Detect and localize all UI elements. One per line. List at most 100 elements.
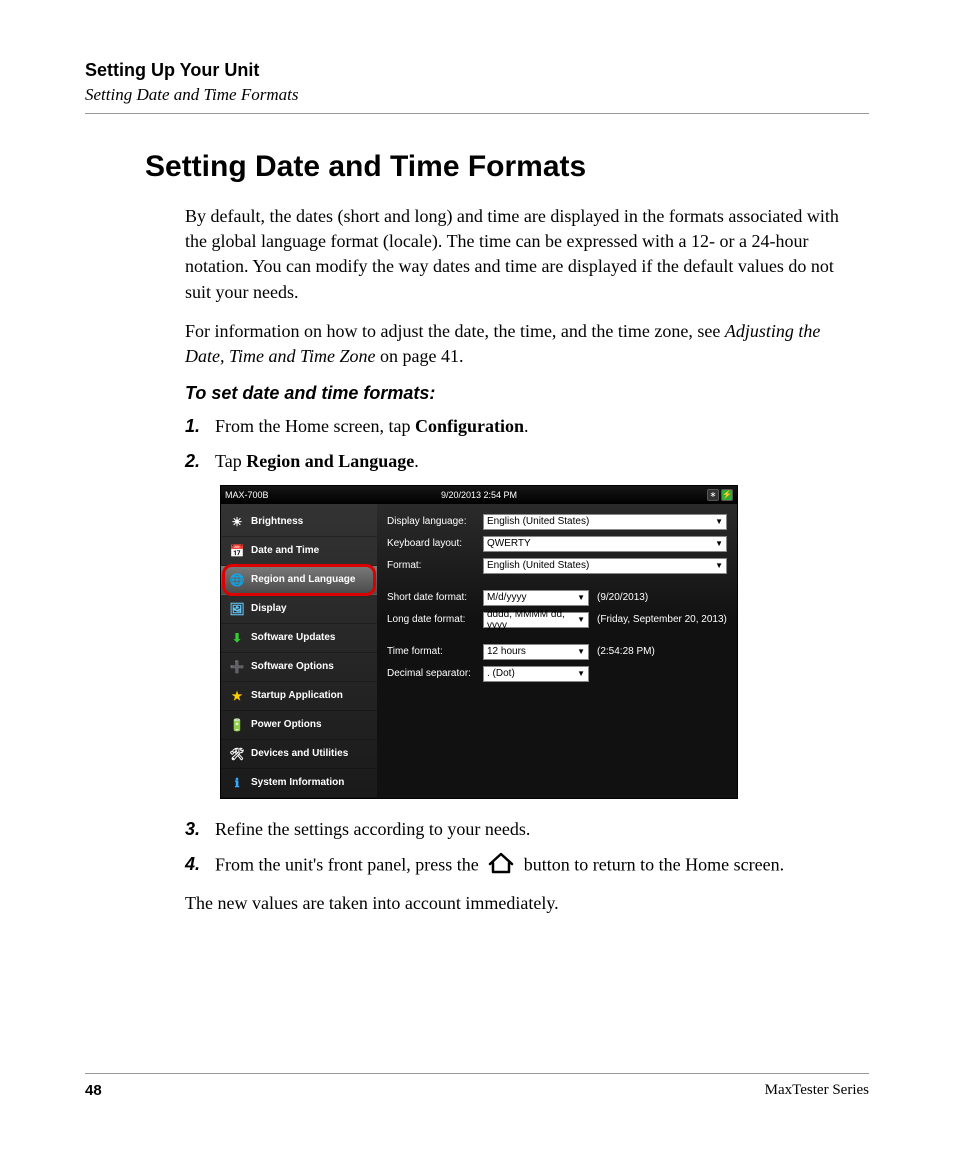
step-text: From the unit's front panel, press the b… xyxy=(215,852,859,881)
page-number: 48 xyxy=(85,1082,102,1099)
sidebar-item-label: Brightness xyxy=(251,516,303,527)
label-display-language: Display language: xyxy=(387,516,483,527)
step-2: 2. Tap Region and Language. xyxy=(185,449,859,474)
sidebar-item-software-options[interactable]: ➕ Software Options xyxy=(221,653,377,682)
config-sidebar: ☀ Brightness 📅 Date and Time 🌐Region and L… xyxy=(221,504,377,798)
select-value: 12 hours xyxy=(487,646,526,657)
row-short-date: Short date format: M/d/yyyy ▼ (9/20/2013) xyxy=(387,588,727,608)
row-long-date: Long date format: dddd, MMMM dd, yyyy▼ (… xyxy=(387,610,727,630)
sidebar-item-label: Region and Language xyxy=(251,574,355,585)
step-text: From the Home screen, tap Configuration. xyxy=(215,414,859,439)
step-pre: From the unit's front panel, press the xyxy=(215,854,483,874)
select-time-format[interactable]: 12 hours ▼ xyxy=(483,644,589,660)
xref-suffix: on page 41. xyxy=(376,346,464,366)
window-body: ☀ Brightness 📅 Date and Time 🌐Region and L… xyxy=(221,504,737,798)
sidebar-item-label: Display xyxy=(251,603,287,614)
screenshot: MAX-700B 9/20/2013 2:54 PM ∗ ⚡ ☀ Brightne… xyxy=(220,485,738,799)
select-display-language[interactable]: English (United States) ▼ xyxy=(483,514,727,530)
step-bold: Configuration xyxy=(415,416,524,436)
header-chapter: Setting Up Your Unit xyxy=(85,60,869,81)
sidebar-item-power-options[interactable]: 🔋Power Options xyxy=(221,711,377,740)
select-format[interactable]: English (United States)▼ xyxy=(483,558,727,574)
label-long-date: Long date format: xyxy=(387,614,483,625)
select-value: . (Dot) xyxy=(487,668,515,679)
window-model: MAX-700B xyxy=(225,490,269,500)
update-icon: ⬇ xyxy=(229,630,245,646)
label-short-date: Short date format: xyxy=(387,592,483,603)
row-time-format: Time format: 12 hours▼ (2:54:28 PM) xyxy=(387,642,727,662)
step-text: Tap Region and Language. xyxy=(215,449,859,474)
sidebar-item-label: Software Options xyxy=(251,661,334,672)
select-value: English (United States) xyxy=(487,516,589,527)
step-bold: Region and Language xyxy=(246,451,414,471)
options-icon: ➕ xyxy=(229,659,245,675)
header-section: Setting Date and Time Formats xyxy=(85,85,869,105)
step-pre: From the Home screen, tap xyxy=(215,416,415,436)
chevron-down-icon: ▼ xyxy=(715,539,723,548)
sidebar-item-system-information[interactable]: ℹ System Information xyxy=(221,769,377,798)
startup-icon: ★ xyxy=(229,688,245,704)
step-number: 2. xyxy=(185,449,215,474)
sidebar-item-devices-utilities[interactable]: 🛠Devices and Utilities xyxy=(221,740,377,769)
preview-long-date: (Friday, September 20, 2013) xyxy=(597,614,727,625)
chevron-down-icon: ▼ xyxy=(577,593,585,602)
sidebar-item-region-language[interactable]: 🌐Region and Language xyxy=(221,566,377,595)
preview-time-format: (2:54:28 PM) xyxy=(597,646,655,657)
step-post: . xyxy=(414,451,419,471)
info-icon: ℹ xyxy=(229,775,245,791)
select-value: M/d/yyyy xyxy=(487,592,526,603)
sidebar-item-label: Software Updates xyxy=(251,632,335,643)
step-pre: Tap xyxy=(215,451,246,471)
select-keyboard-layout[interactable]: QWERTY▼ xyxy=(483,536,727,552)
sidebar-item-label: Date and Time xyxy=(251,545,319,556)
row-display-language: Display language: English (United States… xyxy=(387,512,727,532)
select-long-date[interactable]: dddd, MMMM dd, yyyy▼ xyxy=(483,612,589,628)
footer-series: MaxTester Series xyxy=(765,1082,869,1099)
step-post: . xyxy=(524,416,529,436)
select-short-date[interactable]: M/d/yyyy ▼ xyxy=(483,590,589,606)
chevron-down-icon: ▼ xyxy=(715,561,723,570)
chevron-down-icon: ▼ xyxy=(577,647,585,656)
window-tray: ∗ ⚡ xyxy=(707,489,733,501)
settings-panel: Display language: English (United States… xyxy=(377,504,737,798)
step-1: 1. From the Home screen, tap Configurati… xyxy=(185,414,859,439)
step-number: 1. xyxy=(185,414,215,439)
step-post: button to return to the Home screen. xyxy=(524,854,784,874)
select-decimal-separator[interactable]: . (Dot) ▼ xyxy=(483,666,589,682)
chevron-down-icon: ▼ xyxy=(577,615,585,624)
step-text: Refine the settings according to your ne… xyxy=(215,817,859,842)
sidebar-item-label: System Information xyxy=(251,777,344,788)
chevron-down-icon: ▼ xyxy=(577,669,585,678)
sidebar-item-brightness[interactable]: ☀ Brightness xyxy=(221,508,377,537)
sidebar-item-label: Power Options xyxy=(251,719,322,730)
row-decimal-separator: Decimal separator: . (Dot) ▼ xyxy=(387,664,727,684)
page-title: Setting Date and Time Formats xyxy=(145,150,869,184)
sidebar-item-label: Startup Application xyxy=(251,690,343,701)
battery-icon[interactable]: ⚡ xyxy=(721,489,733,501)
sidebar-item-datetime[interactable]: 📅 Date and Time xyxy=(221,537,377,566)
brightness-icon: ☀ xyxy=(229,514,245,530)
chevron-down-icon: ▼ xyxy=(715,517,723,526)
window-titlebar: MAX-700B 9/20/2013 2:54 PM ∗ ⚡ xyxy=(221,486,737,504)
intro-paragraph: By default, the dates (short and long) a… xyxy=(185,204,859,305)
bluetooth-icon[interactable]: ∗ xyxy=(707,489,719,501)
display-icon: 🖼 xyxy=(229,601,245,617)
label-keyboard-layout: Keyboard layout: xyxy=(387,538,483,549)
sidebar-item-startup-application[interactable]: ★ Startup Application xyxy=(221,682,377,711)
step-3: 3. Refine the settings according to your… xyxy=(185,817,859,842)
xref-paragraph: For information on how to adjust the dat… xyxy=(185,319,859,369)
row-format: Format: English (United States)▼ xyxy=(387,556,727,576)
tools-icon: 🛠 xyxy=(229,746,245,762)
calendar-icon: 📅 xyxy=(229,543,245,559)
sidebar-item-software-updates[interactable]: ⬇ Software Updates xyxy=(221,624,377,653)
instructions-heading: To set date and time formats: xyxy=(185,383,869,404)
page-footer: 48 MaxTester Series xyxy=(85,1073,869,1099)
select-value: dddd, MMMM dd, yyyy xyxy=(487,609,577,631)
label-decimal-separator: Decimal separator: xyxy=(387,668,483,679)
sidebar-item-display[interactable]: 🖼 Display xyxy=(221,595,377,624)
xref-prefix: For information on how to adjust the dat… xyxy=(185,321,725,341)
step-number: 4. xyxy=(185,852,215,877)
preview-short-date: (9/20/2013) xyxy=(597,592,648,603)
window-datetime: 9/20/2013 2:54 PM xyxy=(441,490,517,500)
header-rule xyxy=(85,113,869,114)
